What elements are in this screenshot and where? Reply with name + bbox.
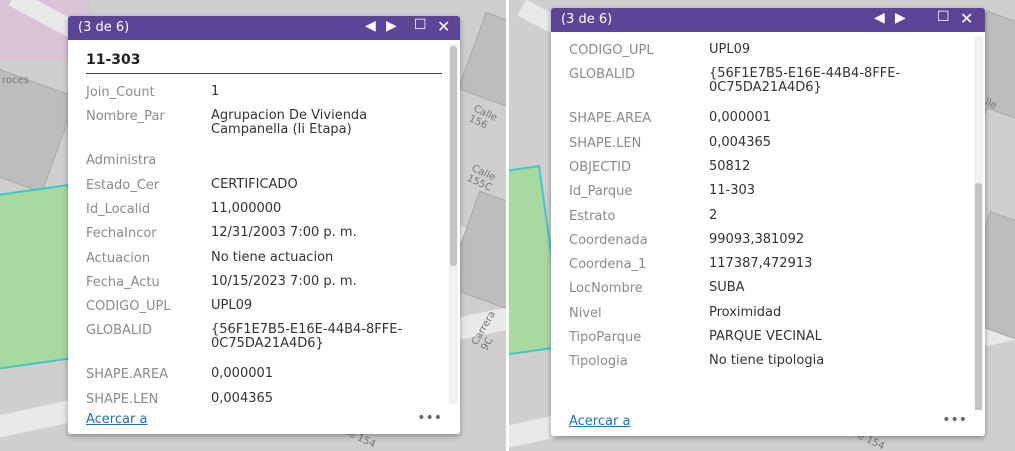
- attribute-value: 0,000001: [709, 110, 772, 126]
- popup-content: 11-303 Join_Count 1 Nombre_Par Agrupacion D…: [68, 40, 446, 408]
- attribute-key: Coordenada: [569, 232, 648, 248]
- zoom-to-link[interactable]: Acercar a: [86, 412, 147, 427]
- map-place-label: roces: [2, 75, 29, 86]
- attribute-value: No tiene tipologia: [709, 353, 825, 369]
- attribute-value: {56F1E7B5-E16E-44B4-8FFE-0C75DA21A4D6}: [211, 322, 403, 352]
- attribute-key: Estado_Cer: [86, 177, 160, 193]
- more-actions-button[interactable]: •••: [417, 410, 442, 426]
- attribute-value: {56F1E7B5-E16E-44B4-8FFE-0C75DA21A4D6}: [709, 66, 901, 96]
- attribute-key: Join_Count: [86, 85, 155, 100]
- attribute-value: 12/31/2003 7:00 p. m.: [211, 225, 357, 241]
- attribute-value: 0,000001: [211, 366, 274, 382]
- zoom-to-link[interactable]: Acercar a: [569, 414, 630, 429]
- attribute-value: Agrupacion De Vivienda Campanella (Ii Et…: [211, 108, 368, 138]
- popup-counter: (3 de 6): [561, 12, 613, 27]
- attribute-value: 2: [709, 207, 718, 223]
- attribute-key: Actuacion: [86, 250, 151, 266]
- attribute-value: 0,004365: [211, 390, 274, 406]
- popup-footer: Acercar a •••: [551, 410, 985, 436]
- popup-title-bar: (3 de 6) ◀ ▶ ☐ ✕: [68, 16, 460, 40]
- attribute-value: SUBA: [709, 280, 745, 296]
- attribute-key: Fecha_Actu: [86, 274, 160, 290]
- attribute-value: 0,004365: [709, 134, 772, 150]
- previous-feature-icon[interactable]: ◀: [365, 18, 376, 34]
- attribute-key: TipoParque: [569, 330, 642, 345]
- attribute-key: CODIGO_UPL: [569, 43, 654, 58]
- map-block: [457, 11, 506, 111]
- attribute-value: UPL09: [211, 298, 253, 314]
- attribute-key: GLOBALID: [569, 67, 635, 83]
- attribute-value: UPL09: [709, 42, 751, 57]
- attribute-key: SHAPE.AREA: [86, 367, 169, 383]
- attribute-key: Administra: [86, 153, 157, 169]
- attribute-key: SHAPE.AREA: [569, 111, 652, 127]
- map-block: [0, 69, 77, 193]
- attribute-value: No tiene actuacion: [211, 249, 334, 265]
- popup-feature-title: 11-303: [86, 52, 141, 68]
- attribute-value: CERTIFICADO: [211, 176, 298, 192]
- next-feature-icon[interactable]: ▶: [386, 18, 397, 34]
- title-divider: [86, 73, 442, 74]
- popup-title-bar: (3 de 6) ◀ ▶ ☐ ✕: [551, 8, 985, 32]
- attribute-value: Proximidad: [709, 304, 782, 320]
- attribute-value: PARQUE VECINAL: [709, 329, 822, 344]
- attribute-key: Estrato: [569, 208, 616, 224]
- scrollbar-thumb[interactable]: [975, 183, 982, 433]
- attribute-value: 11,000000: [211, 200, 282, 216]
- attribute-key: Tipologia: [569, 354, 628, 370]
- attribute-value: 1: [211, 84, 220, 99]
- popup-footer: Acercar a •••: [68, 408, 460, 434]
- feature-popup-right: (3 de 6) ◀ ▶ ☐ ✕ CODIGO_UPL UPL09 GLOBALID…: [551, 8, 985, 436]
- attribute-key: Nombre_Par: [86, 109, 165, 125]
- attribute-key: Nivel: [569, 305, 602, 321]
- attribute-value: 50812: [709, 158, 751, 174]
- attribute-key: OBJECTID: [569, 159, 632, 175]
- attribute-value: 10/15/2023 7:00 p. m.: [211, 273, 357, 289]
- attribute-key: GLOBALID: [86, 323, 152, 339]
- maximize-icon[interactable]: ☐: [414, 17, 427, 33]
- maximize-icon[interactable]: ☐: [937, 9, 950, 25]
- attribute-value: 11-303: [709, 183, 756, 199]
- feature-popup-left: (3 de 6) ◀ ▶ ☐ ✕ 11-303 Join_Count 1 Nombr…: [68, 16, 460, 434]
- scrollbar-thumb[interactable]: [450, 46, 457, 266]
- popup-content: CODIGO_UPL UPL09 GLOBALID {56F1E7B5-E16E-44…: [551, 32, 971, 410]
- attribute-key: Id_Parque: [569, 184, 633, 200]
- close-icon[interactable]: ✕: [960, 9, 973, 28]
- previous-feature-icon[interactable]: ◀: [874, 10, 885, 26]
- popup-counter: (3 de 6): [78, 20, 130, 35]
- attribute-key: CODIGO_UPL: [86, 299, 171, 315]
- attribute-key: LocNombre: [569, 281, 643, 297]
- attribute-key: Id_Localid: [86, 201, 151, 217]
- next-feature-icon[interactable]: ▶: [895, 10, 906, 26]
- close-icon[interactable]: ✕: [437, 17, 450, 36]
- attribute-key: SHAPE.LEN: [86, 391, 159, 407]
- attribute-key: SHAPE.LEN: [569, 135, 642, 151]
- attribute-value: 99093,381092: [709, 231, 805, 247]
- attribute-key: FechaIncor: [86, 226, 157, 242]
- attribute-key: Coordena_1: [569, 257, 647, 273]
- attribute-value: 117387,472913: [709, 256, 813, 272]
- more-actions-button[interactable]: •••: [942, 412, 967, 428]
- street-label: Calle 156: [467, 103, 499, 132]
